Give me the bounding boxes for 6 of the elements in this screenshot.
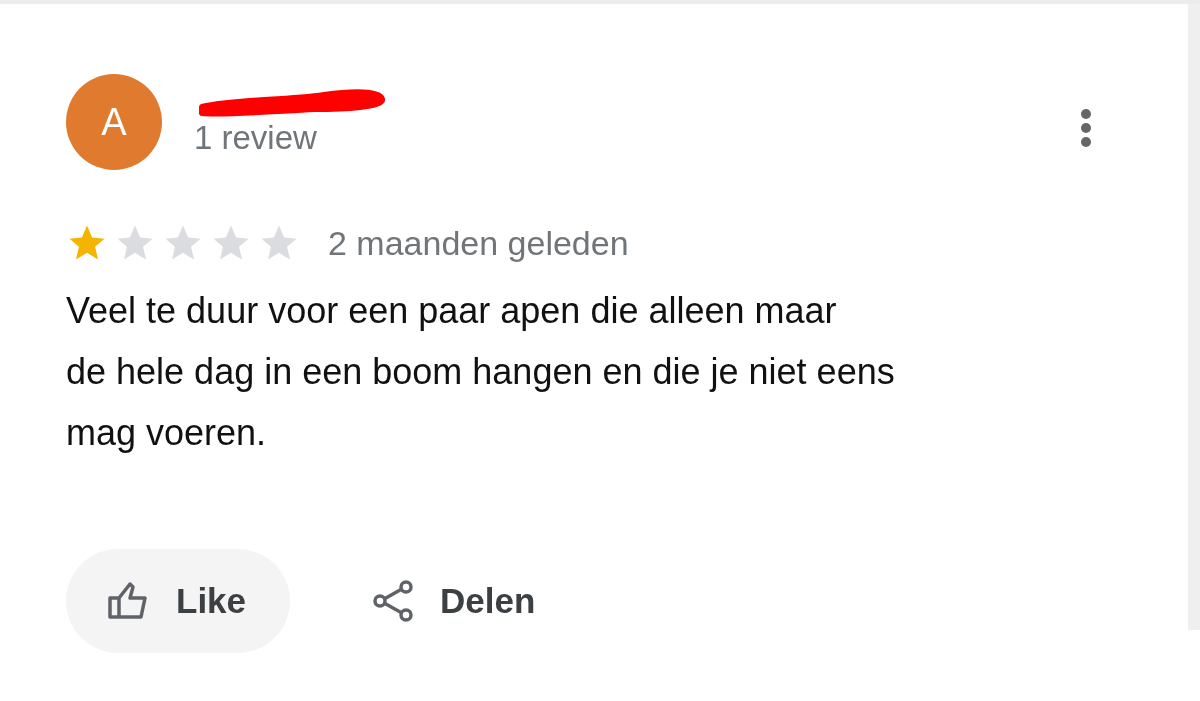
- more-options-icon[interactable]: [1080, 108, 1092, 148]
- like-button[interactable]: Like: [66, 549, 291, 653]
- review-date: 2 maanden geleden: [328, 223, 629, 263]
- share-button[interactable]: Delen: [330, 549, 580, 653]
- review-text: Veel te duur voor een paar apen die alleen maar de hele dag in een boom hangen en die je niet eens mag voeren.: [66, 289, 896, 455]
- review-count: 1 review: [194, 119, 318, 157]
